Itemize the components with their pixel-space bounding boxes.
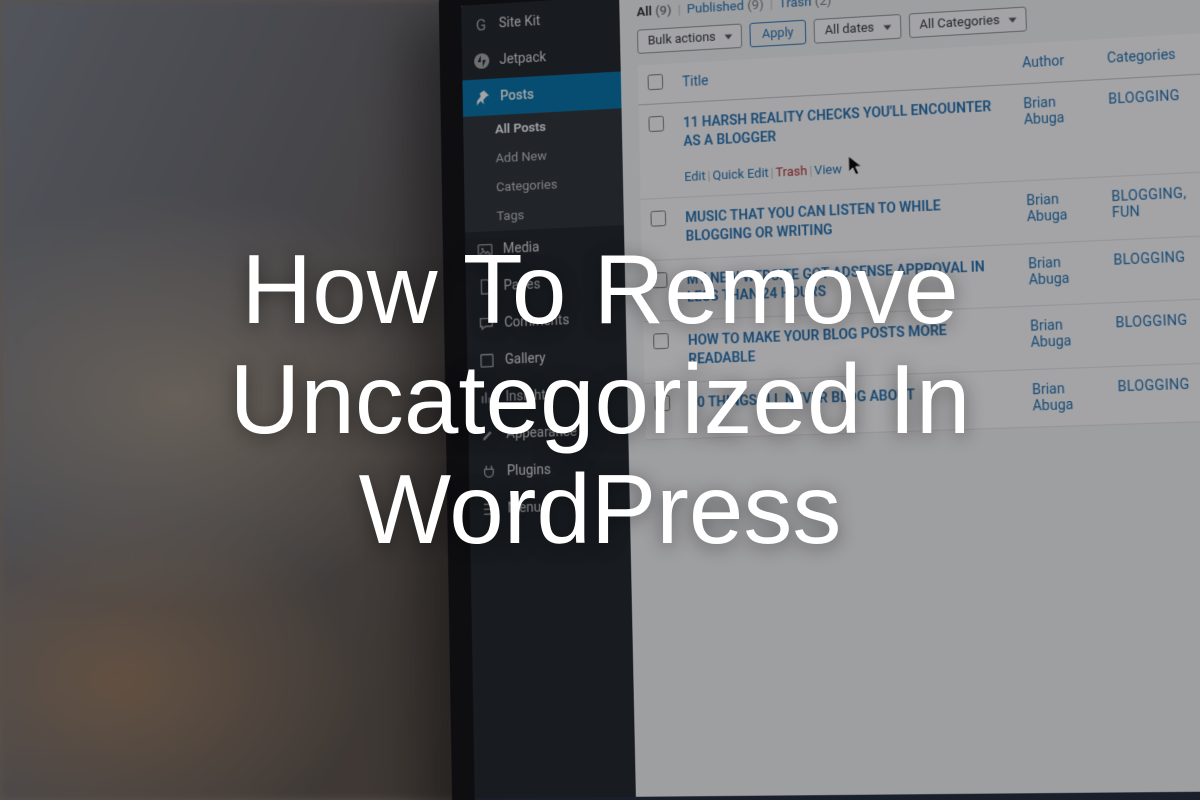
dark-veil <box>0 0 1200 800</box>
